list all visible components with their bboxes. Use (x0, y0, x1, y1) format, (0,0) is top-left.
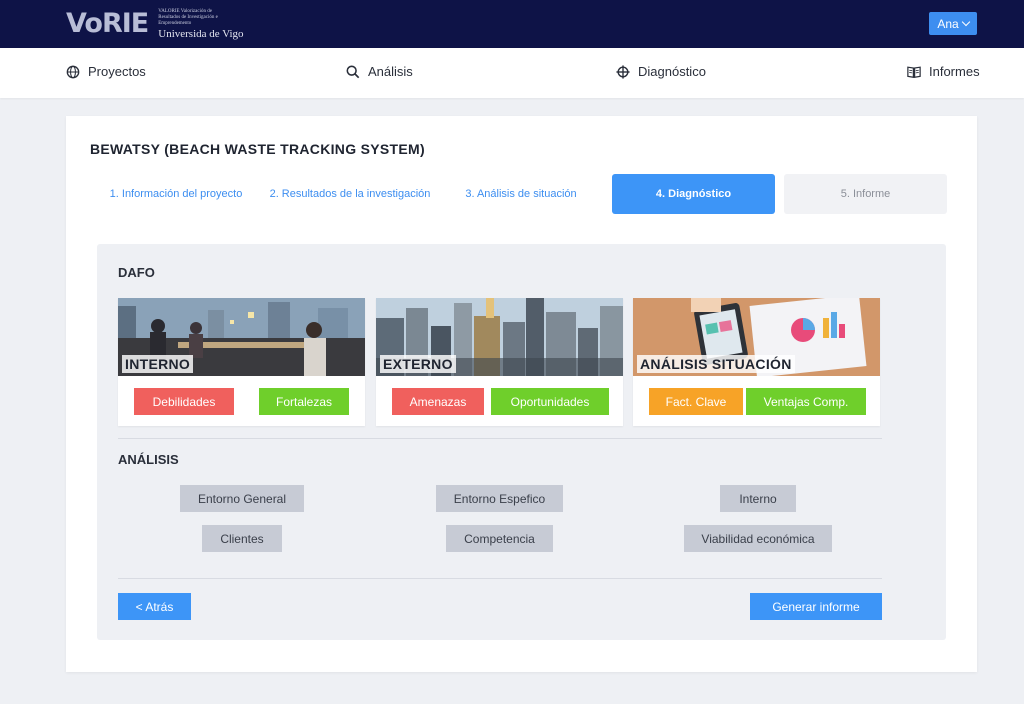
diagnostico-panel: DAFO INTERNO Debilidades Fortalezas EXTE… (97, 244, 946, 640)
logo[interactable]: VoRIE VALORIE Valorización de Resultados… (66, 8, 244, 40)
office-image: INTERNO (118, 298, 365, 376)
logo-mark-text: VoRIE (66, 8, 149, 39)
dafo-card-label: INTERNO (122, 355, 194, 373)
step-analisis-situacion[interactable]: 3. Análisis de situación (456, 174, 586, 214)
city-image: EXTERNO (376, 298, 623, 376)
nav-item-diagnostico[interactable]: Diagnóstico (616, 64, 706, 79)
crosshair-icon (616, 64, 630, 79)
entorno-especifico-button[interactable]: Entorno Espefico (436, 485, 563, 512)
main-nav: Proyectos Análisis Diagnóstico Informes (0, 48, 1024, 98)
logo-university: Universida de Vigo (158, 27, 244, 40)
step-diagnostico[interactable]: 4. Diagnóstico (612, 174, 775, 214)
chevron-down-icon (961, 17, 970, 27)
logo-mark: VoRIE (66, 8, 149, 39)
dafo-card-analisis-situacion: ANÁLISIS SITUACIÓN Fact. Clave Ventajas … (633, 298, 880, 426)
clientes-button[interactable]: Clientes (202, 525, 282, 552)
interno-button[interactable]: Interno (720, 485, 796, 512)
section-divider (118, 438, 882, 439)
competencia-button[interactable]: Competencia (446, 525, 553, 552)
nav-item-label: Diagnóstico (638, 64, 706, 79)
nav-item-informes[interactable]: Informes (907, 64, 980, 79)
amenazas-button[interactable]: Amenazas (392, 388, 484, 415)
step-informe[interactable]: 5. Informe (784, 174, 947, 214)
user-name: Ana (937, 16, 959, 31)
project-title: BEWATSY (BEACH WASTE TRACKING SYSTEM) (90, 141, 425, 157)
top-bar: VoRIE VALORIE Valorización de Resultados… (0, 0, 1024, 48)
oportunidades-button[interactable]: Oportunidades (491, 388, 609, 415)
project-card: BEWATSY (BEACH WASTE TRACKING SYSTEM) 1.… (66, 116, 977, 672)
generate-report-button[interactable]: Generar informe (750, 593, 882, 620)
dafo-title: DAFO (118, 265, 155, 280)
dafo-card-label: ANÁLISIS SITUACIÓN (637, 355, 795, 373)
user-menu-button[interactable]: Ana (929, 12, 977, 35)
step-resultados-investigacion[interactable]: 2. Resultados de la investigación (266, 174, 434, 214)
analytics-image: ANÁLISIS SITUACIÓN (633, 298, 880, 376)
nav-item-proyectos[interactable]: Proyectos (66, 64, 146, 79)
logo-subtitle: VALORIE Valorización de Resultados de In… (158, 8, 218, 26)
nav-item-analisis[interactable]: Análisis (346, 64, 413, 79)
step-informacion-proyecto[interactable]: 1. Información del proyecto (102, 174, 250, 214)
dafo-card-externo: EXTERNO Amenazas Oportunidades (376, 298, 623, 426)
dafo-card-interno: INTERNO Debilidades Fortalezas (118, 298, 365, 426)
viabilidad-economica-button[interactable]: Viabilidad económica (684, 525, 832, 552)
fortalezas-button[interactable]: Fortalezas (259, 388, 349, 415)
globe-icon (66, 65, 80, 78)
search-icon (346, 65, 360, 78)
debilidades-button[interactable]: Debilidades (134, 388, 234, 415)
logo-text: VALORIE Valorización de Resultados de In… (158, 9, 243, 40)
fact-clave-button[interactable]: Fact. Clave (649, 388, 743, 415)
nav-item-label: Análisis (368, 64, 413, 79)
entorno-general-button[interactable]: Entorno General (180, 485, 304, 512)
ventajas-comp-button[interactable]: Ventajas Comp. (746, 388, 866, 415)
footer-divider (118, 578, 882, 579)
analisis-title: ANÁLISIS (118, 452, 179, 467)
nav-item-label: Proyectos (88, 64, 146, 79)
nav-item-label: Informes (929, 64, 980, 79)
dafo-card-label: EXTERNO (380, 355, 456, 373)
book-icon (907, 65, 921, 78)
back-button[interactable]: < Atrás (118, 593, 191, 620)
